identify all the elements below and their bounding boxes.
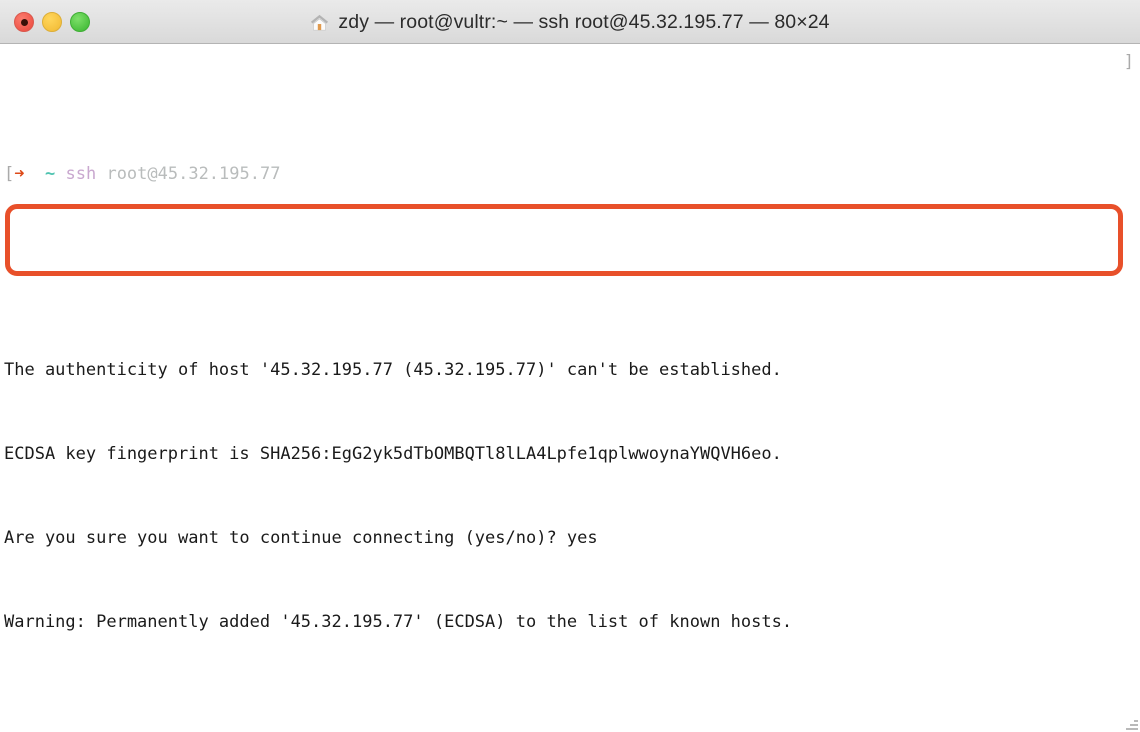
zoom-button[interactable] (70, 12, 90, 32)
prompt-cwd: ~ (44, 164, 56, 184)
terminal-line-authenticity: The authenticity of host '45.32.195.77 (… (4, 360, 782, 380)
terminal-window: zdy — root@vultr:~ — ssh root@45.32.195.… (0, 0, 1140, 732)
prompt-line: [➜ ~ ssh root@45.32.195.77 (4, 160, 1140, 188)
minimize-button[interactable] (42, 12, 62, 32)
terminal-screen: [➜ ~ ssh root@45.32.195.77 ] The authent… (4, 48, 1140, 732)
terminal-line-confirm: Are you sure you want to continue connec… (4, 528, 598, 548)
close-icon (20, 18, 28, 26)
prompt-argument: root@45.32.195.77 (106, 164, 281, 184)
right-prompt-bracket: ] (1123, 52, 1134, 72)
window-titlebar[interactable]: zdy — root@vultr:~ — ssh root@45.32.195.… (0, 0, 1140, 44)
terminal-line-fingerprint: ECDSA key fingerprint is SHA256:EgG2yk5d… (4, 444, 782, 464)
window-controls (14, 0, 90, 44)
prompt-space-2 (55, 164, 65, 184)
prompt-open-bracket: [ (4, 164, 15, 184)
terminal-body[interactable]: [➜ ~ ssh root@45.32.195.77 ] The authent… (0, 44, 1140, 732)
prompt-space-3 (96, 164, 106, 184)
resize-grip[interactable] (1124, 716, 1138, 730)
prompt-arrow-icon: ➜ (14, 164, 25, 184)
prompt-space-1 (25, 164, 45, 184)
prompt-command: ssh (65, 164, 97, 184)
window-title-block: zdy — root@vultr:~ — ssh root@45.32.195.… (0, 0, 1140, 44)
close-button[interactable] (14, 12, 34, 32)
window-title: zdy — root@vultr:~ — ssh root@45.32.195.… (338, 10, 830, 33)
home-icon (310, 13, 329, 32)
terminal-line-warning: Warning: Permanently added '45.32.195.77… (4, 612, 793, 632)
